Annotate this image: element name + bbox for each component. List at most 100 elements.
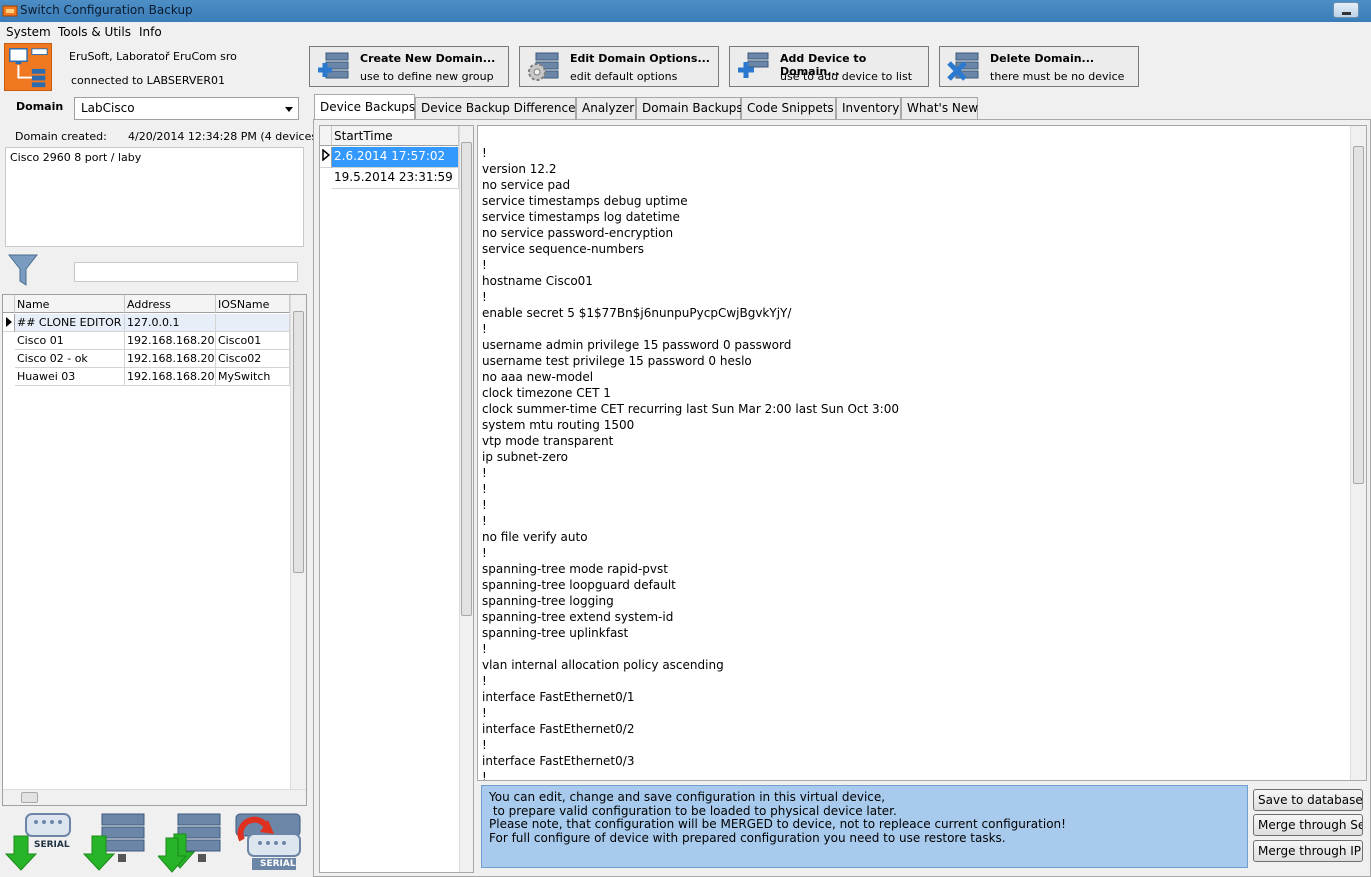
minimize-button[interactable] xyxy=(1333,2,1359,18)
config-line: vtp mode transparent xyxy=(482,434,614,448)
config-line: spanning-tree uplinkfast xyxy=(482,626,629,640)
menu-system[interactable]: System xyxy=(6,25,51,39)
download-device-button[interactable] xyxy=(82,810,154,874)
device-grid: Name Address IOSName ## CLONE EDITOR #: … xyxy=(2,294,307,806)
merge-through-serial-button[interactable]: Merge through Serial xyxy=(1253,814,1363,836)
grid-col-iosname[interactable]: IOSName xyxy=(216,295,290,313)
restore-serial-button[interactable]: SERIAL xyxy=(234,810,306,874)
download-domain-button[interactable] xyxy=(156,810,230,874)
merge-through-ip-button[interactable]: Merge through IP xyxy=(1253,840,1363,862)
table-cell[interactable]: Cisco 02 - ok xyxy=(15,350,125,368)
config-line: ! xyxy=(482,290,487,304)
table-cell[interactable]: ## CLONE EDITOR #: xyxy=(15,314,125,332)
config-line: clock summer-time CET recurring last Sun… xyxy=(482,402,899,416)
domain-notes-field[interactable]: Cisco 2960 8 port / laby xyxy=(5,147,304,247)
save-to-database-button[interactable]: Save to database xyxy=(1253,789,1363,811)
config-line: ! xyxy=(482,498,487,512)
config-line: vlan internal allocation policy ascendin… xyxy=(482,658,724,672)
backup-col-starttime[interactable]: StartTime xyxy=(332,126,459,146)
grid-col-address[interactable]: Address xyxy=(125,295,216,313)
config-line: ! xyxy=(482,642,487,656)
download-multiple-icon xyxy=(156,813,221,873)
row-pointer-icon xyxy=(6,317,12,327)
table-cell[interactable]: Cisco 01 xyxy=(15,332,125,350)
tab-whats-new[interactable]: What's New xyxy=(901,97,978,119)
table-cell[interactable]: 127.0.0.1 xyxy=(125,314,216,332)
config-line: ! xyxy=(482,706,487,720)
config-line: no service pad xyxy=(482,178,571,192)
grid-hscroll-thumb[interactable] xyxy=(21,792,38,803)
config-line: ! xyxy=(482,146,487,160)
grid-vertical-scrollbar[interactable] xyxy=(290,295,306,789)
info-line: You can edit, change and save configurat… xyxy=(489,790,886,804)
info-line: Please note, that configuration will be … xyxy=(489,817,1066,832)
tab-analyzer[interactable]: Analyzer xyxy=(576,97,636,119)
config-scrollbar[interactable] xyxy=(1350,126,1366,780)
edit-domain-options-label: Edit Domain Options... xyxy=(570,52,710,65)
tab-device-backups[interactable]: Device Backups xyxy=(314,94,415,120)
edit-domain-options-sub: edit default options xyxy=(570,70,678,83)
title-bar: Switch Configuration Backup xyxy=(0,0,1371,22)
domain-created-label: Domain created: xyxy=(15,130,107,143)
config-line: service sequence-numbers xyxy=(482,242,645,256)
menu-tools-utils[interactable]: Tools & Utils xyxy=(58,25,131,39)
config-line: ! xyxy=(482,770,487,781)
filter-icon[interactable] xyxy=(8,253,38,287)
table-cell[interactable]: MySwitch xyxy=(216,368,290,386)
table-cell[interactable]: Huawei 03 xyxy=(15,368,125,386)
backup-list-corner xyxy=(320,126,332,146)
config-line: ! xyxy=(482,258,487,272)
server-delete-icon xyxy=(947,52,979,81)
backup-row-selected[interactable]: 2.6.2014 17:57:02 xyxy=(332,147,459,168)
grid-scroll-thumb[interactable] xyxy=(293,311,304,573)
tab-code-snippets[interactable]: Code Snippets xyxy=(741,97,836,119)
filter-input[interactable] xyxy=(74,262,298,282)
row-indicator[interactable] xyxy=(3,314,15,332)
grid-col-name[interactable]: Name xyxy=(15,295,125,313)
config-line: spanning-tree extend system-id xyxy=(482,610,674,624)
table-cell[interactable]: 192.168.168.204 xyxy=(125,350,216,368)
serial-label: SERIAL xyxy=(34,840,70,850)
config-line: version 12.2 xyxy=(482,162,557,176)
domain-selected-value: LabCisco xyxy=(81,101,135,115)
table-cell[interactable]: 192.168.168.205 xyxy=(125,368,216,386)
backup-row[interactable]: 19.5.2014 23:31:59 xyxy=(332,168,459,189)
config-scroll-thumb[interactable] xyxy=(1353,146,1364,484)
create-domain-button[interactable]: Create New Domain... use to define new g… xyxy=(309,46,509,87)
edit-domain-options-button[interactable]: Edit Domain Options... edit default opti… xyxy=(519,46,719,87)
config-editor[interactable]: ! version 12.2 no service pad service times… xyxy=(477,125,1367,781)
window-title: Switch Configuration Backup xyxy=(20,3,193,17)
config-line: system mtu routing 1500 xyxy=(482,418,635,432)
tab-domain-backups[interactable]: Domain Backups xyxy=(636,97,743,119)
table-cell[interactable]: 192.168.168.203 xyxy=(125,332,216,350)
download-serial-button[interactable]: SERIAL xyxy=(4,810,76,874)
create-domain-label: Create New Domain... xyxy=(360,52,496,65)
serial-label-2: SERIAL xyxy=(260,859,296,869)
grid-horizontal-scrollbar[interactable] xyxy=(3,789,306,805)
backup-scroll-thumb[interactable] xyxy=(461,142,472,616)
backup-row-indicator[interactable] xyxy=(320,147,332,168)
config-line: interface FastEthernet0/2 xyxy=(482,722,635,736)
server-add-icon xyxy=(318,52,349,79)
config-line: username test privilege 15 password 0 he… xyxy=(482,354,752,368)
config-line: no file verify auto xyxy=(482,530,588,544)
table-cell[interactable]: Cisco02 xyxy=(216,350,290,368)
config-line: hostname Cisco01 xyxy=(482,274,593,288)
config-line: spanning-tree logging xyxy=(482,594,614,608)
add-device-button[interactable]: Add Device to Domain... use to add devic… xyxy=(729,46,929,87)
menu-info[interactable]: Info xyxy=(139,25,162,39)
backup-list: StartTime 2.6.2014 17:57:02 19.5.2014 23… xyxy=(319,125,474,873)
table-cell[interactable]: Cisco01 xyxy=(216,332,290,350)
server-gear-icon xyxy=(528,52,559,81)
app-icon xyxy=(2,5,18,17)
table-cell[interactable] xyxy=(216,314,290,332)
info-line: to prepare valid configuration to be loa… xyxy=(489,803,897,818)
config-line: spanning-tree mode rapid-pvst xyxy=(482,562,668,576)
tab-device-backup-differences[interactable]: Device Backup Differences xyxy=(415,97,582,119)
config-line: service timestamps debug uptime xyxy=(482,194,688,208)
tab-inventory[interactable]: Inventory xyxy=(836,97,901,119)
delete-domain-button[interactable]: Delete Domain... there must be no device xyxy=(939,46,1139,87)
backup-list-scrollbar[interactable] xyxy=(459,126,473,872)
chevron-down-icon xyxy=(285,107,293,112)
domain-dropdown[interactable]: LabCisco xyxy=(74,97,299,120)
